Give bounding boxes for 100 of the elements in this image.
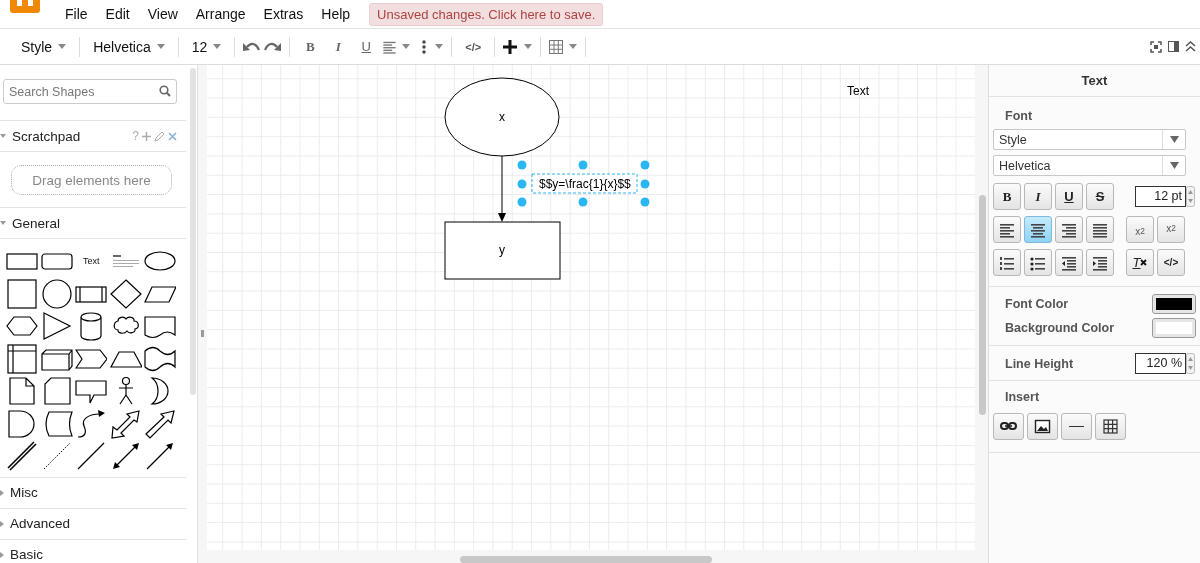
- justify-button[interactable]: [1086, 216, 1114, 243]
- caret-icon: [156, 44, 165, 49]
- scrollbar-thumb[interactable]: [979, 195, 986, 415]
- text-edit-box[interactable]: [531, 173, 638, 194]
- circle-icon[interactable]: [40, 278, 73, 309]
- caret-icon: [58, 44, 67, 49]
- caret-icon: [569, 44, 578, 49]
- double-block-arrow-icon[interactable]: [109, 408, 142, 439]
- insert-image-button[interactable]: [1027, 413, 1058, 440]
- logo-icon[interactable]: [10, 0, 40, 13]
- search-field[interactable]: Search Shapes: [3, 79, 177, 104]
- panel-toggle-icon[interactable]: [1168, 40, 1179, 52]
- resize-handle[interactable]: [517, 197, 527, 207]
- text-shape[interactable]: Text: [83, 256, 100, 267]
- scrollbar-thumb[interactable]: [460, 556, 712, 563]
- section-label: Font: [1005, 109, 1034, 123]
- shape-label[interactable]: x: [499, 110, 505, 124]
- italic-button[interactable]: I: [1024, 183, 1052, 210]
- menu-item[interactable]: Help: [312, 6, 360, 22]
- edited-text[interactable]: $$y=\frac{1}{x}$$: [539, 177, 631, 191]
- align-center-icon: [1030, 221, 1046, 238]
- dropdown-arrow-icon: [1169, 162, 1179, 169]
- bold-button[interactable]: B: [298, 35, 323, 58]
- font-family-select[interactable]: Helvetica: [993, 155, 1186, 176]
- undo-icon[interactable]: [243, 40, 261, 53]
- menu-item[interactable]: View: [138, 6, 187, 22]
- section-title[interactable]: Scratchpad: [12, 128, 81, 144]
- style-select[interactable]: Style: [993, 129, 1186, 150]
- spinner-icon[interactable]: [1186, 353, 1195, 374]
- redo-icon[interactable]: [264, 40, 282, 53]
- table-icon: [1102, 418, 1119, 435]
- clear-format-button[interactable]: T: [1126, 249, 1154, 276]
- indent-button[interactable]: [1086, 249, 1114, 276]
- indent-icon: [1092, 254, 1108, 271]
- resize-handle[interactable]: [640, 179, 650, 189]
- outdent-button[interactable]: [1055, 249, 1083, 276]
- section-title[interactable]: Basic: [10, 547, 43, 562]
- menu-item[interactable]: Edit: [96, 6, 139, 22]
- scrollbar-thumb[interactable]: [190, 68, 196, 395]
- field-label: Line Height: [1005, 356, 1074, 371]
- underline-button[interactable]: U: [1055, 183, 1083, 210]
- menu-item[interactable]: Extras: [254, 6, 313, 22]
- align-center-button[interactable]: [1024, 216, 1052, 243]
- ellipse-shape[interactable]: [444, 77, 560, 157]
- align-left-icon: [999, 221, 1015, 238]
- splitter-handle[interactable]: [201, 330, 204, 337]
- text-shape[interactable]: Text: [847, 84, 869, 98]
- bulleted-list-button[interactable]: [1024, 249, 1052, 276]
- font-size-field[interactable]: 12 pt: [1135, 186, 1186, 207]
- section-label: Insert: [1005, 390, 1041, 404]
- italic-button[interactable]: I: [326, 35, 351, 58]
- insert-table-button[interactable]: [1095, 413, 1126, 440]
- spinner-icon[interactable]: [1186, 186, 1195, 207]
- bold-button[interactable]: B: [993, 183, 1021, 210]
- square-icon[interactable]: [6, 278, 39, 309]
- diamond-icon[interactable]: [109, 278, 142, 309]
- resize-handle[interactable]: [578, 160, 588, 170]
- internal-storage-icon[interactable]: [6, 343, 39, 374]
- align-right-button[interactable]: [1055, 216, 1083, 243]
- html-button[interactable]: </>: [1157, 249, 1185, 276]
- color-swatch[interactable]: [1153, 319, 1195, 337]
- chevrons-up-icon[interactable]: [1185, 40, 1196, 52]
- underline-button[interactable]: U: [354, 35, 379, 58]
- color-swatch[interactable]: [1153, 295, 1195, 313]
- search-icon[interactable]: [159, 85, 171, 97]
- dropdown-button[interactable]: Helvetica: [88, 35, 170, 58]
- unsaved-changes-notice[interactable]: Unsaved changes. Click here to save.: [369, 2, 604, 26]
- strikethrough-button[interactable]: S: [1086, 183, 1114, 210]
- resize-handle[interactable]: [578, 197, 588, 207]
- triangle-icon[interactable]: [40, 311, 73, 342]
- align-left-button[interactable]: [993, 216, 1021, 243]
- section-title[interactable]: Advanced: [10, 516, 71, 531]
- resize-handle[interactable]: [517, 179, 527, 189]
- html-button[interactable]: </>: [460, 35, 487, 58]
- outdent-icon: [1061, 254, 1077, 271]
- resize-handle[interactable]: [517, 160, 527, 170]
- menu-item[interactable]: File: [56, 6, 97, 22]
- rectangle-shape[interactable]: [444, 221, 561, 280]
- fullscreen-icon[interactable]: [1150, 40, 1162, 53]
- caret-icon: [213, 44, 222, 49]
- vertical-dots-icon[interactable]: [422, 39, 427, 54]
- section-title[interactable]: General: [12, 215, 61, 231]
- dropdown-button[interactable]: Style: [16, 35, 72, 58]
- align-left-icon[interactable]: [382, 39, 398, 54]
- line-height-field[interactable]: 120 %: [1135, 353, 1186, 374]
- resize-handle[interactable]: [640, 197, 650, 207]
- plus-icon[interactable]: [503, 39, 518, 54]
- numbered-list-button[interactable]: [993, 249, 1021, 276]
- menu-item[interactable]: Arrange: [186, 6, 255, 22]
- table-icon[interactable]: [549, 39, 564, 54]
- section-title[interactable]: Misc: [10, 485, 38, 500]
- insert-link-button[interactable]: [993, 413, 1024, 440]
- double-line-icon[interactable]: [6, 441, 39, 472]
- dropdown-button[interactable]: 12: [186, 35, 227, 58]
- resize-handle[interactable]: [640, 160, 650, 170]
- arrow-connector[interactable]: [498, 155, 506, 222]
- shape-label[interactable]: y: [499, 243, 505, 257]
- block-arrow-icon[interactable]: [144, 408, 177, 439]
- caret-icon: [524, 44, 533, 49]
- panel-title[interactable]: Text: [989, 65, 1200, 97]
